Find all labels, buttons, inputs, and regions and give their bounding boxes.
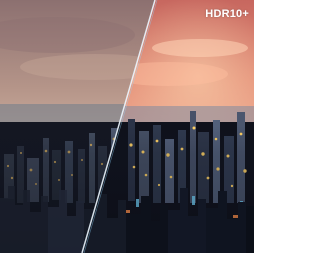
hdr10-plus-badge: HDR10+ [205, 8, 249, 20]
comparison-image: HDR10+ [0, 0, 254, 253]
city-skyline-scene [0, 0, 254, 253]
